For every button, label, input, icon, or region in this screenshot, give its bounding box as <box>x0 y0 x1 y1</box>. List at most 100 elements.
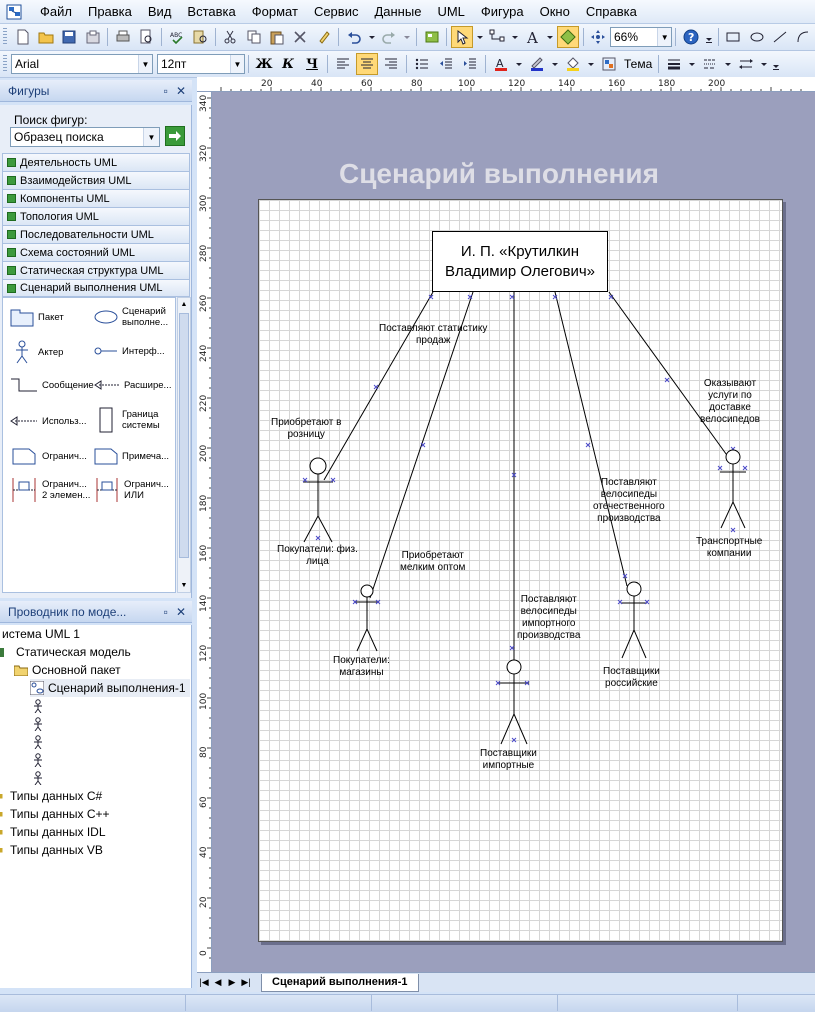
paste-icon[interactable] <box>266 26 287 48</box>
redo-dropdown-icon[interactable] <box>402 26 412 48</box>
connection-point-icon[interactable] <box>557 26 579 48</box>
line-ends-icon[interactable] <box>735 53 757 75</box>
drawing-page[interactable]: И. П. «Крутилкин Владимир Олегович» Поку… <box>258 199 783 942</box>
align-right-icon[interactable] <box>380 53 402 75</box>
tree-item-actor-2[interactable] <box>32 715 48 733</box>
align-left-icon[interactable] <box>332 53 354 75</box>
connector-tool-icon[interactable] <box>487 26 508 48</box>
tree-item-actor-1[interactable] <box>32 697 48 715</box>
font-color-dropdown-icon[interactable] <box>514 53 524 75</box>
shape-system-boundary[interactable]: Граница системы <box>93 406 175 434</box>
shape-constraint-or[interactable]: Огранич... ИЛИ <box>93 476 175 504</box>
decrease-indent-icon[interactable] <box>435 53 457 75</box>
drawing-canvas[interactable]: Сценарий выполнения И. П. «Крутилкин Вла… <box>212 92 815 972</box>
undo-icon[interactable] <box>343 26 364 48</box>
spelling-icon[interactable]: ABC <box>166 26 187 48</box>
shape-search-input[interactable]: Образец поиска ▼ <box>10 127 160 147</box>
print-icon[interactable] <box>112 26 133 48</box>
ellipse-tool-icon[interactable] <box>746 26 767 48</box>
font-color-icon[interactable]: A <box>490 53 512 75</box>
scroll-thumb[interactable] <box>179 313 189 558</box>
stencil-uml-static-structure[interactable]: Статическая структура UML <box>2 261 190 279</box>
rectangle-tool-icon[interactable] <box>723 26 744 48</box>
shapes-scrollbar[interactable]: ▲ ▼ <box>177 297 191 593</box>
toolbar-grip[interactable] <box>3 28 7 46</box>
bold-button[interactable]: Ж <box>253 53 275 75</box>
menu-format[interactable]: Формат <box>244 1 306 23</box>
align-center-icon[interactable] <box>356 53 378 75</box>
tree-item-actor-4[interactable] <box>32 751 48 769</box>
shape-extends[interactable]: Расшире... <box>93 376 171 394</box>
shape-use-case[interactable]: Сценарий выполне... <box>93 306 175 328</box>
line-pattern-icon[interactable] <box>699 53 721 75</box>
line-color-dropdown-icon[interactable] <box>550 53 560 75</box>
text-dropdown-icon[interactable] <box>545 26 555 48</box>
menu-data[interactable]: Данные <box>366 1 429 23</box>
font-size-select[interactable]: 12пт ▼ <box>157 54 245 74</box>
arc-tool-icon[interactable] <box>793 26 814 48</box>
shape-actor[interactable]: Актер <box>9 340 63 364</box>
stencil-uml-statechart[interactable]: Схема состояний UML <box>2 243 190 261</box>
pan-zoom-icon[interactable] <box>588 26 609 48</box>
menu-edit[interactable]: Правка <box>80 1 140 23</box>
toolbar-grip[interactable] <box>3 55 7 73</box>
vertical-ruler[interactable]: 340 320 300 280 260 240 220 200 180 160 … <box>197 92 212 972</box>
cut-icon[interactable] <box>220 26 241 48</box>
close-icon[interactable]: ✕ <box>176 84 186 98</box>
shape-note[interactable]: Примеча... <box>93 446 169 466</box>
menu-window[interactable]: Окно <box>532 1 578 23</box>
tree-item-actor-5[interactable] <box>32 769 48 787</box>
tree-item-actor-3[interactable] <box>32 733 48 751</box>
connector-dropdown-icon[interactable] <box>510 26 520 48</box>
pointer-dropdown-icon[interactable] <box>475 26 485 48</box>
chevron-down-icon[interactable]: ▼ <box>143 128 159 146</box>
stencil-uml-activity[interactable]: Деятельность UML <box>2 153 190 171</box>
shape-message[interactable]: Сообщение <box>9 376 94 394</box>
menu-tools[interactable]: Сервис <box>306 1 367 23</box>
pointer-tool-icon[interactable] <box>451 26 473 48</box>
line-weight-icon[interactable] <box>663 53 685 75</box>
tree-item-idl-types[interactable]: Типы данных IDL <box>0 823 106 841</box>
shape-interface[interactable]: Интерф... <box>93 342 165 360</box>
shape-uses[interactable]: Использ... <box>9 412 87 430</box>
stencil-uml-sequence[interactable]: Последовательности UML <box>2 225 190 243</box>
redo-icon[interactable] <box>379 26 400 48</box>
line-ends-dropdown-icon[interactable] <box>759 53 769 75</box>
text-tool-icon[interactable]: A <box>522 26 543 48</box>
theme-icon[interactable] <box>598 53 620 75</box>
shape-constraint[interactable]: Огранич... <box>9 446 87 466</box>
line-color-icon[interactable] <box>526 53 548 75</box>
toolbar-options-icon[interactable] <box>771 53 781 75</box>
chevron-down-icon[interactable]: ▼ <box>178 579 190 592</box>
stencil-uml-component[interactable]: Компоненты UML <box>2 189 190 207</box>
fill-color-icon[interactable] <box>562 53 584 75</box>
increase-indent-icon[interactable] <box>459 53 481 75</box>
tree-item-cpp-types[interactable]: Типы данных C++ <box>0 805 110 823</box>
visio-app-icon[interactable] <box>4 1 26 23</box>
prev-page-icon[interactable]: ◀ <box>211 977 225 988</box>
undo-dropdown-icon[interactable] <box>367 26 377 48</box>
menu-insert[interactable]: Вставка <box>179 1 243 23</box>
menu-file[interactable]: Файл <box>32 1 80 23</box>
menu-view[interactable]: Вид <box>140 1 180 23</box>
fill-color-dropdown-icon[interactable] <box>586 53 596 75</box>
new-document-icon[interactable] <box>12 26 33 48</box>
menu-shape[interactable]: Фигура <box>473 1 532 23</box>
shapes-window-icon[interactable] <box>421 26 442 48</box>
line-tool-icon[interactable] <box>769 26 790 48</box>
central-entity-box[interactable]: И. П. «Крутилкин Владимир Олегович» <box>432 231 608 292</box>
tree-item-use-case-diagram[interactable]: Сценарий выполнения-1 <box>30 679 190 697</box>
stencil-uml-use-case[interactable]: Сценарий выполнения UML <box>2 279 190 297</box>
last-page-icon[interactable]: ▶| <box>239 977 253 988</box>
horizontal-ruler[interactable]: 20 40 60 80 100 120 140 160 180 200 <box>197 77 815 92</box>
first-page-icon[interactable]: |◀ <box>197 977 211 988</box>
research-icon[interactable] <box>189 26 210 48</box>
help-icon[interactable]: ? <box>680 26 701 48</box>
next-page-icon[interactable]: ▶ <box>225 977 239 988</box>
panel-restore-icon[interactable]: ▫ <box>164 605 168 619</box>
font-select[interactable]: Arial ▼ <box>11 54 153 74</box>
toolbar-options-icon[interactable] <box>704 26 714 48</box>
tree-item-static-model[interactable]: Статическая модель <box>0 643 131 661</box>
tree-item-main-package[interactable]: Основной пакет <box>14 661 121 679</box>
theme-button[interactable]: Тема <box>621 57 655 71</box>
